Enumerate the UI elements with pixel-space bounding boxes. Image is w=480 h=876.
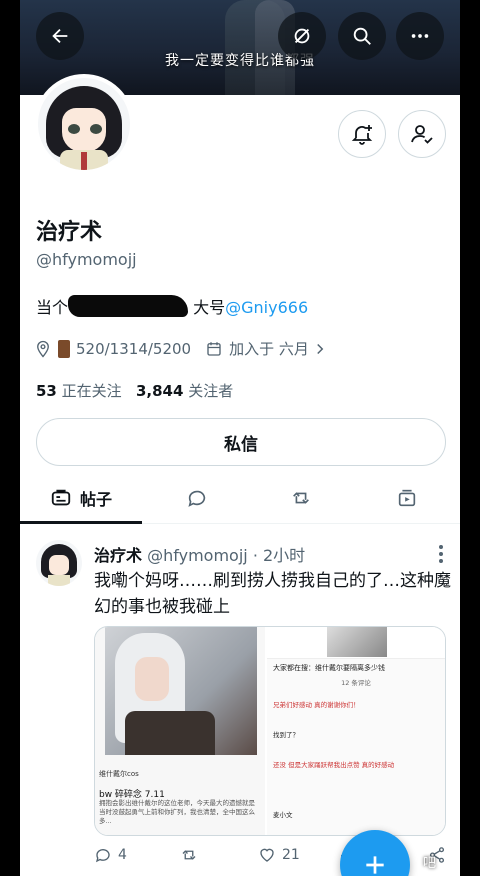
media-right-comment: 兄弟们好感动 真的谢谢你们！ <box>273 701 360 709</box>
tab-posts[interactable]: 帖子 <box>20 472 142 524</box>
chevron-right-icon[interactable] <box>311 340 329 358</box>
grok-button[interactable] <box>278 12 326 60</box>
profile-location: 520/1314/5200 <box>76 339 192 358</box>
post-author[interactable]: 治疗术 <box>94 546 142 565</box>
reply-icon <box>95 849 110 863</box>
banner-caption: 我一定要变得比谁都强 <box>165 53 315 69</box>
user-check-icon <box>411 125 433 144</box>
profile-joined: 加入于 六月 <box>229 340 309 358</box>
repost-icon <box>182 850 196 860</box>
media-image-left[interactable]: 维什戴尔cos bw 碎碎念 7.11 拥抱会影出维什戴尔的这位老师，今天最大的… <box>95 627 267 835</box>
profile-name: 治疗术 <box>36 220 103 245</box>
location-icon <box>37 340 49 358</box>
cosplay-photo <box>105 627 257 755</box>
followers-label[interactable]: 关注者 <box>188 382 233 400</box>
tab-posts-label: 帖子 <box>79 490 112 509</box>
back-button[interactable] <box>36 12 84 60</box>
post-handle[interactable]: @hfymomojj <box>147 546 248 565</box>
more-button[interactable] <box>396 12 444 60</box>
reply-count: 4 <box>118 847 127 863</box>
post-header: 治疗术 @hfymomojj · 2小时 <box>94 542 305 566</box>
heart-icon <box>260 848 274 862</box>
repost-action[interactable] <box>180 846 198 864</box>
media-right-comment: 还没 但是大家踊跃帮我出点赞 真的好感动 <box>273 761 395 769</box>
media-right-count: 12 条评论 <box>341 679 371 687</box>
profile-screen: 我一定要变得比谁都强 治疗术 @hfymomojj 当个 大号@Gniy666 <box>20 0 460 876</box>
tab-reposts[interactable] <box>266 472 336 524</box>
media-left-bar: 维什戴尔cos <box>99 770 139 778</box>
bio-prefix: 当个 <box>36 298 69 317</box>
tab-replies[interactable] <box>162 472 232 524</box>
profile-avatar[interactable] <box>34 74 134 174</box>
arrow-left-icon <box>52 28 68 44</box>
profile-bio: 当个 大号@Gniy666 <box>36 294 308 318</box>
profile-tabs: 帖子 <box>20 472 460 524</box>
media-left-body: 拥抱会影出维什戴尔的这位老师，今天最大的遗憾就是当时没鼓起勇气上前和你扩列，我也… <box>99 799 255 825</box>
redaction-mark <box>68 295 189 317</box>
media-image-right[interactable]: 大家都在搜：维什戴尔要隔离多少钱 12 条评论 兄弟们好感动 真的谢谢你们！ 找… <box>267 627 445 835</box>
reply-icon <box>188 490 206 507</box>
media-right-question: 大家都在搜：维什戴尔要隔离多少钱 <box>273 664 385 672</box>
following-button[interactable] <box>398 110 446 158</box>
post-item[interactable]: 治疗术 @hfymomojj · 2小时 我嘞个妈呀……刷到捞人捞我自己的了…这… <box>20 526 460 876</box>
message-button[interactable]: 私信 <box>36 418 446 466</box>
post-avatar[interactable] <box>36 540 82 586</box>
like-count: 21 <box>282 847 300 863</box>
profile-meta: 520/1314/5200 加入于 六月 <box>34 338 329 359</box>
active-tab-indicator <box>20 521 142 524</box>
more-horizontal-icon <box>411 34 429 38</box>
media-right-comment: 麦小文 <box>273 811 293 819</box>
media-icon <box>398 489 416 507</box>
search-icon <box>353 27 371 45</box>
more-vertical-icon[interactable] <box>438 544 444 564</box>
media-right-comment: 找到了？ <box>273 731 299 739</box>
post-text: 我嘞个妈呀……刷到捞人捞我自己的了…这种魔幻的事也被我碰上 <box>94 571 451 617</box>
followers-count[interactable]: 3,844 <box>136 382 183 400</box>
compose-plus-icon <box>366 856 384 874</box>
notify-button[interactable] <box>338 110 386 158</box>
posts-icon <box>51 489 71 506</box>
follow-stats: 53 正在关注 3,844 关注者 <box>36 380 233 401</box>
media-right-top <box>267 627 445 659</box>
bio-suffix: 大号 <box>193 298 226 317</box>
post-time: · 2小时 <box>252 546 306 565</box>
bio-mention-link[interactable]: @Gniy666 <box>225 298 308 317</box>
grok-icon <box>294 28 310 44</box>
profile-handle: @hfymomojj <box>36 250 137 269</box>
calendar-icon <box>207 341 221 356</box>
bell-plus-icon <box>351 125 373 145</box>
post-media[interactable]: 维什戴尔cos bw 碎碎念 7.11 拥抱会影出维什戴尔的这位老师，今天最大的… <box>94 626 446 836</box>
door-icon <box>58 339 70 358</box>
search-button[interactable] <box>338 12 386 60</box>
following-count[interactable]: 53 <box>36 382 57 400</box>
like-action[interactable]: 21 <box>258 846 300 864</box>
tab-media[interactable] <box>372 472 442 524</box>
repost-icon <box>293 492 309 504</box>
following-label[interactable]: 正在关注 <box>62 382 122 400</box>
reply-action[interactable]: 4 <box>94 846 127 864</box>
watermark: 吧 <box>423 856 437 871</box>
